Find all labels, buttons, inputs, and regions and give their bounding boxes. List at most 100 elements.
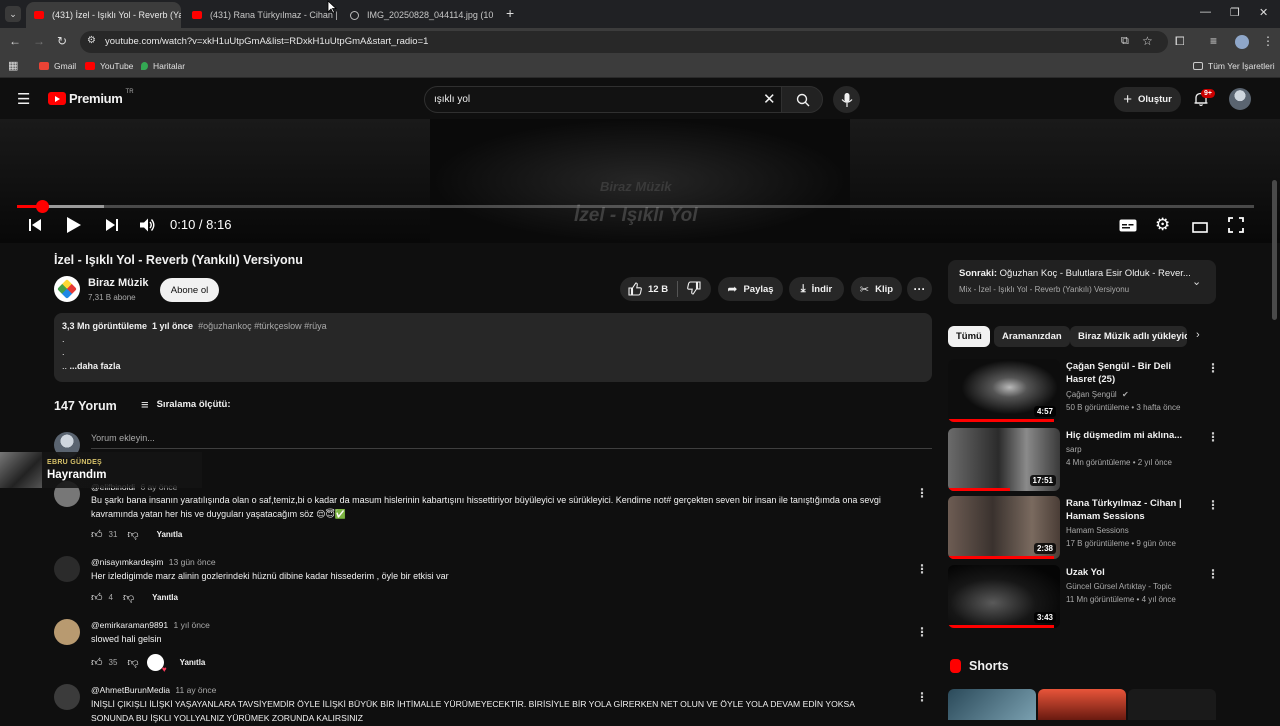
site-info-icon[interactable]: ⚙ — [87, 35, 96, 46]
show-more-link[interactable]: .. ...daha fazla — [62, 361, 121, 371]
comment-author[interactable]: @emirkaraman9891 1 yıl önce — [91, 620, 210, 630]
bookmark-star-icon[interactable]: ☆ — [1142, 34, 1153, 48]
search-input[interactable]: ışıklı yol — [434, 94, 470, 105]
reply-button[interactable]: Yanıtla — [180, 658, 206, 667]
related-video-menu-icon[interactable]: ⋮ — [1207, 430, 1219, 444]
search-box[interactable] — [424, 86, 782, 113]
short-thumbnail[interactable] — [1128, 689, 1216, 720]
short-thumbnail[interactable] — [1038, 689, 1126, 720]
channel-avatar[interactable] — [54, 276, 80, 302]
more-actions-button[interactable]: ··· — [907, 277, 932, 301]
restore-button[interactable]: ❐ — [1230, 6, 1240, 19]
next-button[interactable] — [105, 218, 119, 237]
sort-button[interactable]: ≡ Sıralama ölçütü: — [141, 397, 231, 412]
subtitles-button[interactable] — [1119, 219, 1137, 237]
minimize-button[interactable]: — — [1200, 6, 1211, 18]
close-tab-icon[interactable]: ✕ — [338, 10, 339, 21]
comment-avatar[interactable] — [54, 556, 80, 582]
comment-menu-icon[interactable]: ⋮ — [916, 690, 928, 704]
related-video-title[interactable]: Çağan Şengül - Bir Deli Hasret (25) — [1066, 360, 1196, 386]
video-thumbnail[interactable]: 4:57 — [948, 359, 1060, 422]
comment-avatar[interactable] — [54, 619, 80, 645]
video-thumbnail[interactable]: 2:38 — [948, 496, 1060, 559]
channel-name[interactable]: Biraz Müzik — [88, 277, 149, 289]
comment-avatar[interactable] — [54, 684, 80, 710]
comment-dislike-icon[interactable]: 👎︎ — [123, 591, 134, 604]
progress-bar[interactable] — [17, 205, 1254, 208]
share-button[interactable]: ➦ Paylaş — [718, 277, 783, 301]
comment-like-icon[interactable]: 👍︎ — [91, 656, 103, 669]
comment-dislike-icon[interactable]: 👎︎ — [127, 528, 138, 541]
media-controls-icon[interactable]: ≡ — [1210, 34, 1217, 48]
add-comment-input[interactable]: Yorum ekleyin... — [91, 433, 155, 443]
related-video-channel[interactable]: Çağan Şengül ✔ — [1066, 388, 1129, 401]
related-video-menu-icon[interactable]: ⋮ — [1207, 498, 1219, 512]
theater-mode-button[interactable] — [1192, 220, 1208, 238]
fullscreen-button[interactable] — [1228, 217, 1244, 238]
comment-menu-icon[interactable]: ⋮ — [916, 625, 928, 639]
chips-next-icon[interactable]: › — [1196, 329, 1200, 341]
browser-tab-2[interactable]: (431) Rana Türkyılmaz - Cihan | ✕ — [184, 2, 339, 28]
comment-like-icon[interactable]: 👍︎ — [91, 528, 103, 541]
play-button[interactable] — [66, 216, 82, 239]
url-text[interactable]: youtube.com/watch?v=xkH1uUtpGmA&list=RDx… — [105, 36, 428, 47]
like-button[interactable]: 12 B — [628, 282, 668, 296]
bookmark-gmail[interactable]: Gmail — [39, 61, 76, 71]
video-thumbnail[interactable]: 3:43 — [948, 565, 1060, 628]
create-button[interactable]: + Oluştur — [1114, 87, 1181, 112]
hamburger-menu-icon[interactable]: ☰ — [17, 90, 30, 108]
comment-menu-icon[interactable]: ⋮ — [916, 486, 928, 500]
voice-search-button[interactable] — [833, 86, 860, 113]
browser-tab-1[interactable]: (431) İzel - Işıklı Yol - Reverb (Ya ✕ — [26, 2, 181, 28]
download-button[interactable]: ⤓ İndir — [789, 277, 844, 301]
tab-search-button[interactable]: ⌄ — [5, 6, 21, 22]
related-video-title[interactable]: Hiç düşmedim mi aklına... — [1066, 429, 1196, 442]
browser-menu-icon[interactable]: ⋮ — [1262, 34, 1274, 48]
subscribe-button[interactable]: Abone ol — [160, 278, 219, 302]
previous-button[interactable] — [28, 218, 42, 237]
reply-button[interactable]: Yanıtla — [157, 530, 183, 539]
reply-button[interactable]: Yanıtla — [152, 593, 178, 602]
browser-tab-3[interactable]: IMG_20250828_044114.jpg (10 ✕ — [342, 2, 497, 28]
chip-all[interactable]: Tümü — [948, 326, 990, 347]
related-video-channel[interactable]: sarp — [1066, 443, 1082, 456]
comment-menu-icon[interactable]: ⋮ — [916, 562, 928, 576]
comment-dislike-icon[interactable]: 👎︎ — [127, 656, 138, 669]
bookmark-youtube[interactable]: YouTube — [85, 61, 133, 71]
related-video-channel[interactable]: Hamam Sessions — [1066, 524, 1129, 537]
related-video-menu-icon[interactable]: ⋮ — [1207, 567, 1219, 581]
now-playing-overlay[interactable]: EBRU GÜNDEŞ Hayrandım — [0, 452, 202, 488]
video-thumbnail[interactable]: 17:51 — [948, 428, 1060, 491]
bookmark-maps[interactable]: Haritalar — [141, 61, 185, 71]
youtube-premium-logo[interactable]: Premium TR — [48, 89, 134, 106]
search-button[interactable] — [781, 86, 823, 113]
related-video-title[interactable]: Rana Türkyılmaz - Cihan | Hamam Sessions — [1066, 497, 1196, 523]
comment-like-icon[interactable]: 👍︎ — [91, 591, 103, 604]
new-tab-button[interactable]: + — [506, 5, 514, 21]
related-video-title[interactable]: Uzak Yol — [1066, 566, 1196, 579]
all-bookmarks[interactable]: Tüm Yer İşaretleri — [1193, 61, 1275, 71]
comment-author[interactable]: @nisayımkardeşim 13 gün önce — [91, 557, 216, 567]
close-tab-icon[interactable]: ✕ — [493, 10, 497, 21]
dislike-button[interactable] — [687, 280, 701, 298]
forward-icon[interactable]: → — [33, 34, 45, 48]
page-scrollbar[interactable] — [1272, 180, 1277, 320]
volume-button[interactable] — [139, 217, 156, 238]
short-thumbnail[interactable] — [948, 689, 1036, 720]
expand-chevron-icon[interactable]: ⌄ — [1192, 275, 1201, 288]
back-icon[interactable]: ← — [9, 34, 21, 48]
apps-grid-icon[interactable]: ▦ — [8, 59, 18, 72]
reload-icon[interactable]: ↻ — [57, 34, 67, 48]
extensions-icon[interactable]: ⧠ — [1175, 34, 1185, 49]
clip-button[interactable]: ✂ Klip — [851, 277, 902, 301]
install-app-icon[interactable]: ⧉ — [1121, 35, 1129, 48]
chip-uploader[interactable]: Biraz Müzik adlı yükleyic — [1070, 326, 1187, 347]
chip-from-search[interactable]: Aramanızdan — [994, 326, 1070, 347]
related-video-channel[interactable]: Güncel Gürsel Artıktay - Topic — [1066, 580, 1172, 593]
settings-button[interactable]: ⚙ — [1155, 215, 1170, 235]
hashtags[interactable]: #oğuzhankoç #türkçeslow #rüya — [198, 321, 327, 331]
related-video-menu-icon[interactable]: ⋮ — [1207, 361, 1219, 375]
close-window-button[interactable]: ✕ — [1259, 6, 1268, 19]
up-next-card[interactable] — [948, 260, 1216, 304]
profile-avatar[interactable] — [1235, 35, 1249, 49]
